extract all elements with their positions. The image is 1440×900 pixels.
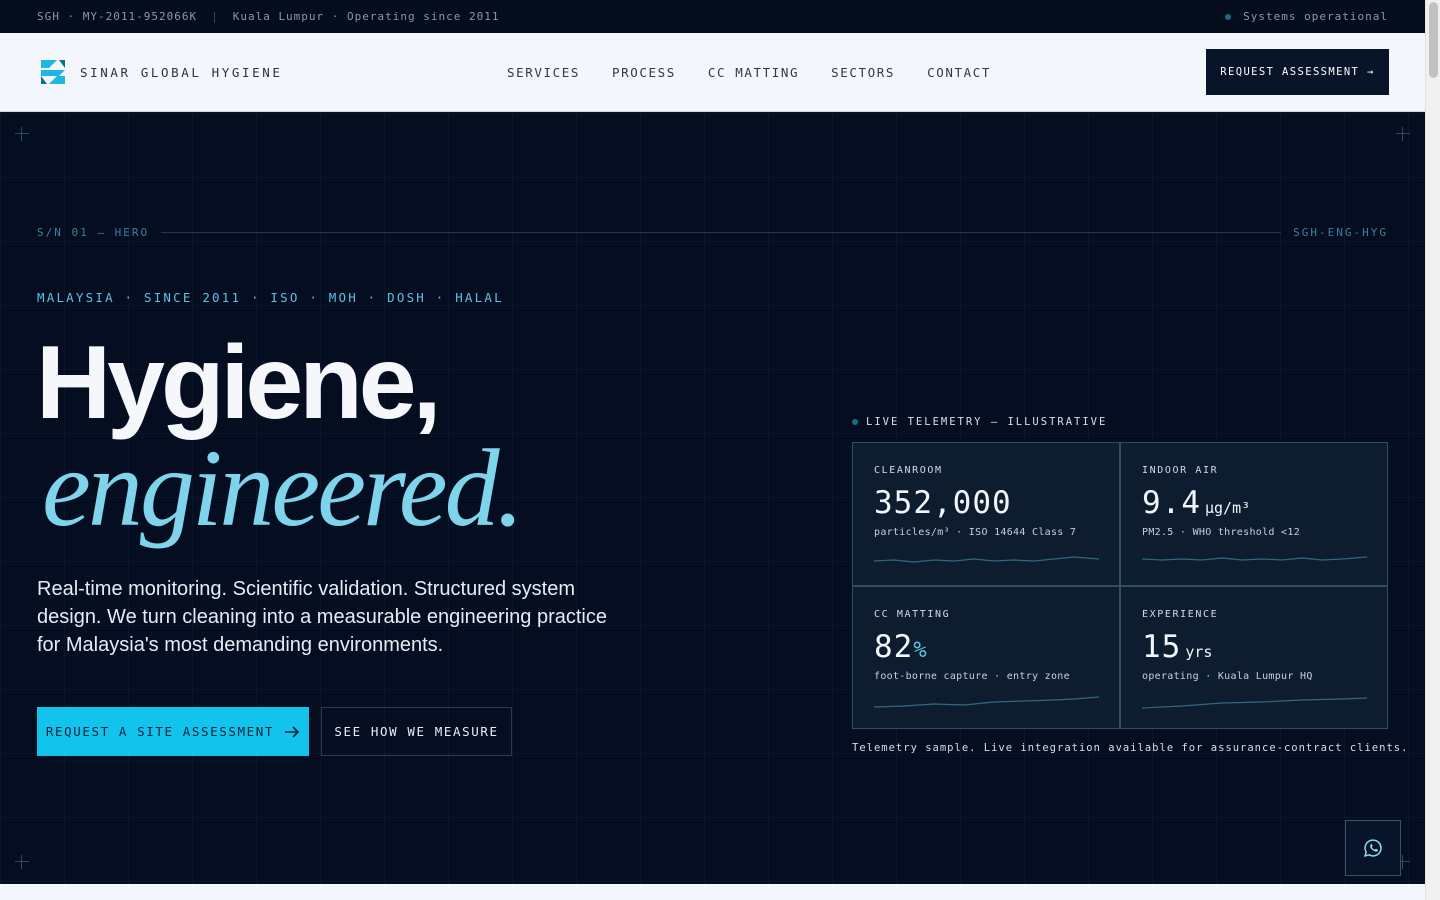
sgh-logo-icon <box>41 60 65 84</box>
nav-item-process[interactable]: PROCESS <box>612 65 676 80</box>
card-value: 352,000 <box>874 485 1012 521</box>
telemetry-card-cc-matting: CC MATTING 82% foot-borne capture · entr… <box>853 586 1119 728</box>
hero-lead-paragraph: Real-time monitoring. Scientific validat… <box>37 578 607 656</box>
card-subtext: foot-borne capture · entry zone <box>874 670 1070 682</box>
serial-label: S/N 01 — HERO <box>37 226 150 239</box>
nav-item-cc-matting[interactable]: CC MATTING <box>708 65 799 80</box>
telemetry-card-cleanroom: CLEANROOM 352,000 particles/m³ · ISO 146… <box>853 443 1119 585</box>
corner-plus-icon <box>15 855 29 869</box>
sparkline-chart <box>1142 555 1367 561</box>
card-subtext: operating · Kuala Lumpur HQ <box>1142 670 1313 682</box>
main-navbar: SINAR GLOBAL HYGIENE SERVICES PROCESS CC… <box>0 33 1425 112</box>
nav-item-services[interactable]: SERVICES <box>507 65 580 80</box>
card-value: 82% <box>874 628 927 665</box>
sparkline-chart <box>874 696 1099 708</box>
brand-logo-link[interactable]: SINAR GLOBAL HYGIENE <box>37 56 283 88</box>
telemetry-grid: CLEANROOM 352,000 particles/m³ · ISO 146… <box>852 442 1388 729</box>
company-registration: SGH · MY-2011-952066K <box>37 10 198 23</box>
card-label: EXPERIENCE <box>1142 608 1219 620</box>
scrollbar-thumb[interactable] <box>1429 2 1438 78</box>
status-dot-icon <box>1225 13 1232 20</box>
certification-tags: MALAYSIA · SINCE 2011 · ISO · MOH · DOSH… <box>37 290 504 305</box>
page-scrollbar[interactable] <box>1425 0 1440 900</box>
nav-menu: SERVICES PROCESS CC MATTING SECTORS CONT… <box>507 33 1023 112</box>
telemetry-label-text: LIVE TELEMETRY — ILLUSTRATIVE <box>866 416 1108 428</box>
see-how-we-measure-button[interactable]: SEE HOW WE MEASURE <box>321 707 512 756</box>
hero-section: S/N 01 — HERO SGH-ENG-HYG MALAYSIA · SIN… <box>0 113 1425 884</box>
card-value: 9.4 µg/m³ <box>1142 485 1251 521</box>
serial-code: SGH-ENG-HYG <box>1293 226 1388 239</box>
request-site-assessment-button[interactable]: REQUEST A SITE ASSESSMENT <box>37 707 309 756</box>
card-value: 15 yrs <box>1142 628 1213 665</box>
whatsapp-icon <box>1364 839 1382 857</box>
whatsapp-chat-button[interactable] <box>1345 820 1401 876</box>
nav-item-sectors[interactable]: SECTORS <box>831 65 895 80</box>
sparkline-chart <box>874 555 1099 563</box>
serial-divider <box>161 232 1282 233</box>
system-status-text: Systems operational <box>1243 10 1388 23</box>
card-subtext: PM2.5 · WHO threshold <12 <box>1142 527 1301 538</box>
corner-plus-icon <box>1396 127 1410 141</box>
serial-row: S/N 01 — HERO SGH-ENG-HYG <box>37 226 1388 239</box>
strip-separator: | <box>211 10 219 23</box>
arrow-right-icon <box>285 725 300 738</box>
company-location: Kuala Lumpur · Operating since 2011 <box>232 10 500 23</box>
telemetry-label: LIVE TELEMETRY — ILLUSTRATIVE <box>852 416 1107 428</box>
card-label: CC MATTING <box>874 608 951 620</box>
brand-name: SINAR GLOBAL HYGIENE <box>80 64 283 80</box>
card-label: INDOOR AIR <box>1142 465 1219 476</box>
top-status-strip: SGH · MY-2011-952066K | Kuala Lumpur · O… <box>0 0 1425 33</box>
sparkline-chart <box>1142 697 1367 709</box>
card-label: CLEANROOM <box>874 465 943 476</box>
telemetry-note: Telemetry sample. Live integration avail… <box>852 742 1409 754</box>
headline-line-2: engineered. <box>42 427 524 549</box>
headline-line-1: Hygiene, <box>36 325 441 441</box>
nav-item-contact[interactable]: CONTACT <box>927 65 991 80</box>
cta-primary-label: REQUEST A SITE ASSESSMENT <box>45 724 275 739</box>
request-assessment-button[interactable]: REQUEST ASSESSMENT → <box>1206 49 1389 95</box>
telemetry-card-indoor-air: INDOOR AIR 9.4 µg/m³ PM2.5 · WHO threshol… <box>1121 443 1387 585</box>
next-section-edge <box>0 884 1425 900</box>
corner-plus-icon <box>15 127 29 141</box>
live-dot-icon <box>852 419 858 425</box>
system-status: Systems operational <box>1225 10 1388 23</box>
card-subtext: particles/m³ · ISO 14644 Class 7 <box>874 527 1077 538</box>
telemetry-card-experience: EXPERIENCE 15 yrs operating · Kuala Lumpu… <box>1121 586 1387 728</box>
